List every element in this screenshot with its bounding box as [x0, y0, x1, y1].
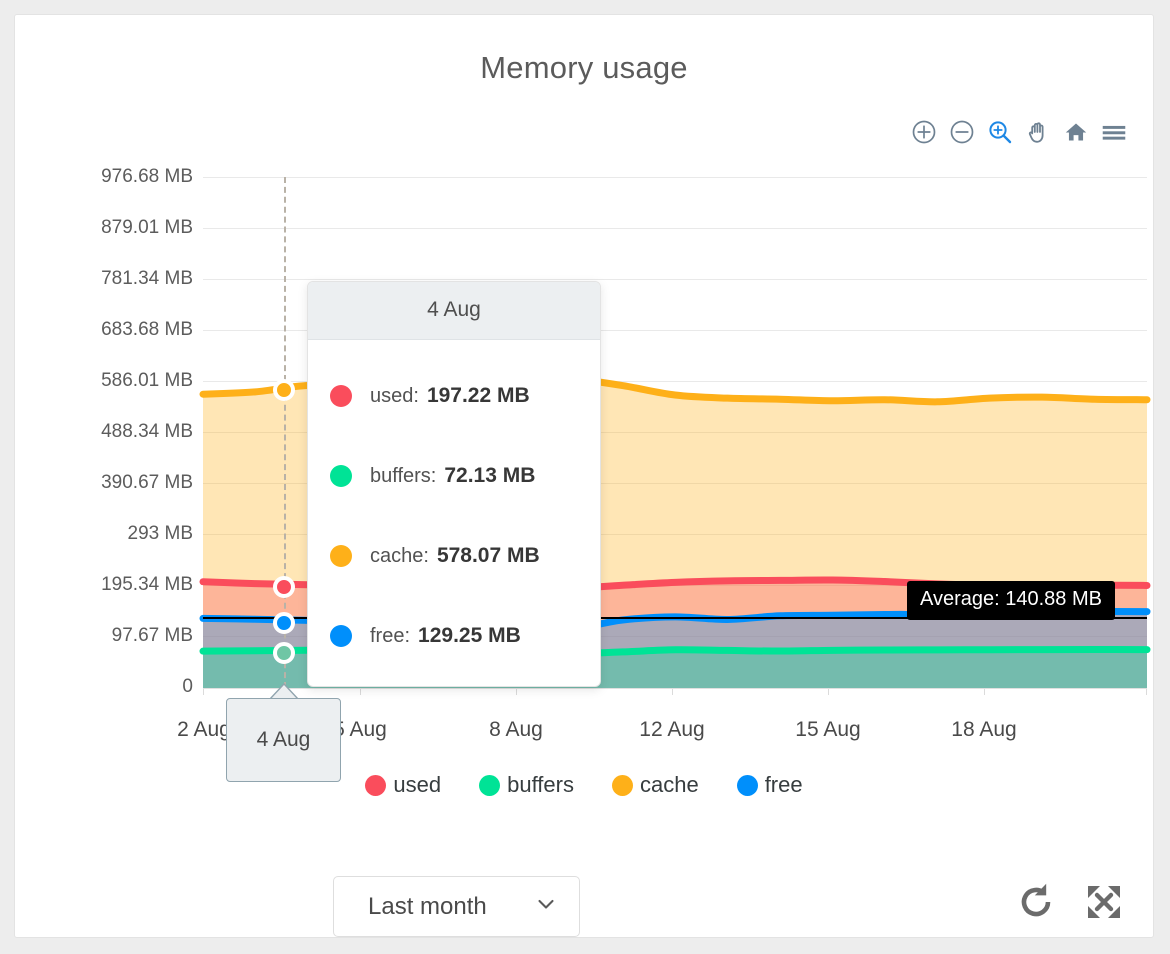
tooltip-title: 4 Aug	[308, 282, 600, 340]
legend-label: used	[393, 772, 441, 798]
legend-dot-buffers	[479, 775, 500, 796]
legend-label: free	[765, 772, 803, 798]
legend-item-buffers[interactable]: buffers	[479, 772, 574, 798]
x-tick	[360, 689, 361, 695]
legend-dot-cache	[612, 775, 633, 796]
menu-hamburger-icon[interactable]	[1101, 119, 1127, 145]
y-tick-label: 976.68 MB	[101, 166, 193, 188]
tooltip-row: used: 197.22 MB	[308, 356, 600, 436]
tooltip-series-name: cache:	[370, 545, 429, 568]
x-tick-label: 5 Aug	[333, 718, 387, 742]
tooltip-series-value: 578.07 MB	[437, 544, 540, 568]
y-tick-label: 390.67 MB	[101, 472, 193, 494]
x-tick-label: 12 Aug	[639, 718, 704, 742]
tooltip-series-value: 129.25 MB	[418, 624, 521, 648]
x-tick	[672, 689, 673, 695]
tooltip-series-dot	[330, 385, 352, 407]
average-annotation-label: Average: 140.88 MB	[907, 581, 1115, 620]
footer-actions	[1013, 879, 1127, 925]
selection-zoom-icon[interactable]	[987, 119, 1013, 145]
tooltip-series-value: 197.22 MB	[427, 384, 530, 408]
y-tick-label: 195.34 MB	[101, 574, 193, 596]
tooltip-series-value: 72.13 MB	[444, 464, 535, 488]
tooltip-series-dot	[330, 625, 352, 647]
x-tick	[516, 689, 517, 695]
page-title: Memory usage	[15, 50, 1153, 86]
legend-item-free[interactable]: free	[737, 772, 803, 798]
x-tick-label: 2 Aug	[177, 718, 231, 742]
legend-item-cache[interactable]: cache	[612, 772, 699, 798]
y-tick-label: 879.01 MB	[101, 217, 193, 239]
y-tick-label: 293 MB	[128, 523, 193, 545]
y-tick-label: 586.01 MB	[101, 370, 193, 392]
chart-toolbar	[911, 116, 1127, 148]
series-marker-buffers	[273, 642, 295, 664]
tooltip-series-name: free:	[370, 625, 410, 648]
tooltip-row: buffers: 72.13 MB	[308, 436, 600, 516]
tooltip-body: used: 197.22 MB buffers: 72.13 MB cache:…	[308, 340, 600, 686]
zoom-in-icon[interactable]	[911, 119, 937, 145]
legend-label: cache	[640, 772, 699, 798]
y-tick-label: 97.67 MB	[112, 625, 193, 647]
y-tick-label: 683.68 MB	[101, 319, 193, 341]
tooltip-series-name: buffers:	[370, 465, 436, 488]
legend-dot-free	[737, 775, 758, 796]
tooltip-series-name: used:	[370, 385, 419, 408]
legend-label: buffers	[507, 772, 574, 798]
time-range-select[interactable]: Last month	[333, 876, 580, 937]
series-marker-free	[273, 612, 295, 634]
legend-dot-used	[365, 775, 386, 796]
chart-legend: used buffers cache free	[15, 772, 1153, 798]
chevron-down-icon	[533, 891, 559, 922]
x-tick	[203, 689, 204, 695]
x-tick-label: 8 Aug	[489, 718, 543, 742]
series-marker-cache	[273, 379, 295, 401]
legend-item-used[interactable]: used	[365, 772, 441, 798]
panning-hand-icon[interactable]	[1025, 119, 1051, 145]
x-tick	[1146, 689, 1147, 695]
refresh-icon[interactable]	[1013, 879, 1059, 925]
y-tick-label: 781.34 MB	[101, 268, 193, 290]
x-tick	[828, 689, 829, 695]
zoom-out-icon[interactable]	[949, 119, 975, 145]
y-axis: 976.68 MB 879.01 MB 781.34 MB 683.68 MB …	[15, 177, 193, 687]
y-tick-label: 0	[182, 676, 193, 698]
series-marker-used	[273, 576, 295, 598]
crosshair-x-label: 4 Aug	[226, 698, 341, 782]
chart-card-page: Memory usage 976.68 MB	[0, 0, 1170, 954]
x-tick	[984, 689, 985, 695]
x-axis-line	[203, 688, 1147, 689]
x-tick-label: 18 Aug	[951, 718, 1016, 742]
home-reset-icon[interactable]	[1063, 119, 1089, 145]
tooltip-series-dot	[330, 545, 352, 567]
memory-usage-card: Memory usage 976.68 MB	[14, 14, 1154, 938]
tooltip-series-dot	[330, 465, 352, 487]
y-tick-label: 488.34 MB	[101, 421, 193, 443]
time-range-value: Last month	[368, 893, 487, 921]
fullscreen-expand-icon[interactable]	[1081, 879, 1127, 925]
series-tooltip: 4 Aug used: 197.22 MB buffers: 72.13 MB …	[307, 281, 601, 687]
x-tick-label: 15 Aug	[795, 718, 860, 742]
tooltip-row: free: 129.25 MB	[308, 596, 600, 676]
tooltip-row: cache: 578.07 MB	[308, 516, 600, 596]
